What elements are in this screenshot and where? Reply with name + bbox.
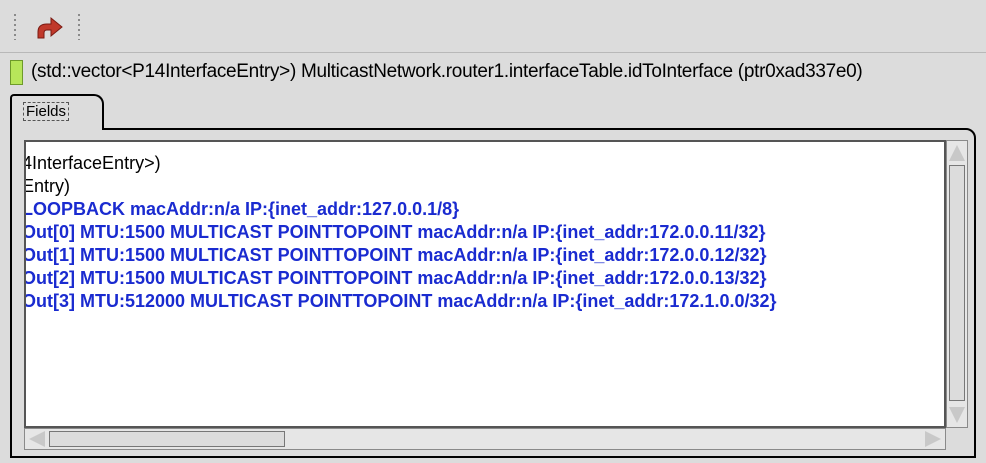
object-path-bar: (std::vector<P14InterfaceEntry>) Multica… xyxy=(0,52,986,93)
field-line: Entry) xyxy=(24,176,71,196)
fields-content: 4InterfaceEntry>) Entry) LOOPBACK macAdd… xyxy=(24,152,777,313)
toolbar-grip[interactable] xyxy=(78,14,80,40)
back-arrow-icon xyxy=(37,16,63,39)
scroll-right-arrow-icon[interactable] xyxy=(925,431,941,447)
interface-entry: Out[0] MTU:1500 MULTICAST POINTTOPOINT m… xyxy=(24,222,766,242)
tab-fields-label: Fields xyxy=(22,102,70,121)
interface-entry: Out[1] MTU:1500 MULTICAST POINTTOPOINT m… xyxy=(24,245,767,265)
interface-entry: Out[2] MTU:1500 MULTICAST POINTTOPOINT m… xyxy=(24,268,767,288)
vertical-scroll-thumb[interactable] xyxy=(949,165,965,401)
horizontal-scroll-thumb[interactable] xyxy=(49,431,285,447)
horizontal-scrollbar[interactable] xyxy=(24,428,946,450)
scroll-up-arrow-icon[interactable] xyxy=(949,145,965,161)
interface-entry: LOOPBACK macAddr:n/a IP:{inet_addr:127.0… xyxy=(24,199,460,219)
object-path-label: (std::vector<P14InterfaceEntry>) Multica… xyxy=(31,61,863,82)
scroll-left-arrow-icon[interactable] xyxy=(29,431,45,447)
interface-entry: Out[3] MTU:512000 MULTICAST POINTTOPOINT… xyxy=(24,291,777,311)
toolbar-grip[interactable] xyxy=(14,14,16,40)
vertical-scrollbar[interactable] xyxy=(946,140,968,428)
back-button[interactable] xyxy=(32,10,66,42)
status-indicator xyxy=(10,60,23,85)
tab-fields[interactable]: Fields xyxy=(10,94,104,130)
scroll-down-arrow-icon[interactable] xyxy=(949,407,965,423)
fields-text-area[interactable]: 4InterfaceEntry>) Entry) LOOPBACK macAdd… xyxy=(24,140,946,428)
toolbar xyxy=(0,0,986,52)
field-line: 4InterfaceEntry>) xyxy=(24,153,161,173)
